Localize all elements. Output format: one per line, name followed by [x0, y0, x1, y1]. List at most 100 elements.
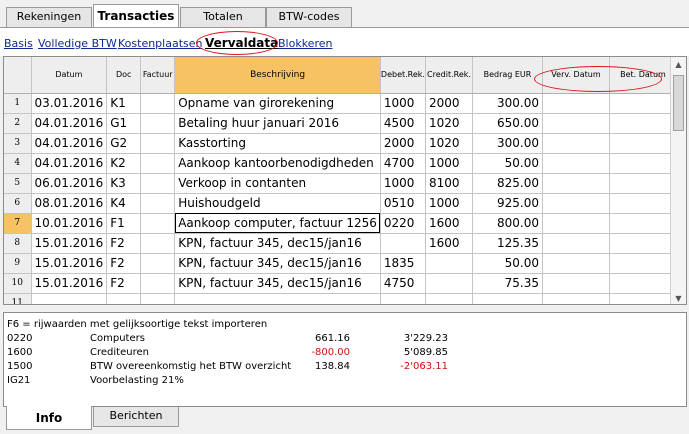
- cell-credit[interactable]: 1020: [425, 113, 473, 134]
- cell-debet[interactable]: [380, 233, 426, 254]
- cell-bedrag[interactable]: 50.00: [472, 253, 543, 274]
- table-row[interactable]: 3 04.01.2016 G2 Kasstorting 2000 1020 300.00: [4, 133, 677, 154]
- table-row[interactable]: 8 15.01.2016 F2 KPN, factuur 345, dec15/jan…: [4, 233, 677, 254]
- cell-bet-datum[interactable]: [609, 213, 677, 234]
- cell-beschrijving[interactable]: Kasstorting: [174, 133, 381, 154]
- scrollbar-thumb[interactable]: [673, 75, 684, 131]
- cell-doc[interactable]: K4: [106, 193, 142, 214]
- cell-factuur[interactable]: [140, 113, 176, 134]
- tab-btw-codes[interactable]: BTW-codes: [266, 7, 352, 27]
- subview-volledige-btw[interactable]: Volledige BTW: [38, 37, 117, 50]
- cell-credit[interactable]: 1000: [425, 193, 473, 214]
- subview-blokkeren[interactable]: Blokkeren: [278, 37, 332, 50]
- cell-datum[interactable]: 06.01.2016: [31, 173, 108, 194]
- cell-bedrag[interactable]: 650.00: [472, 113, 543, 134]
- column-header-debet[interactable]: Debet.Rek.: [380, 57, 426, 94]
- cell-verv-datum[interactable]: [542, 93, 610, 114]
- cell-verv-datum[interactable]: [542, 173, 610, 194]
- cell-bedrag[interactable]: 300.00: [472, 93, 543, 114]
- cell-bedrag[interactable]: 925.00: [472, 193, 543, 214]
- cell-beschrijving[interactable]: KPN, factuur 345, dec15/jan16: [174, 253, 381, 274]
- cell-verv-datum[interactable]: [542, 213, 610, 234]
- cell-datum[interactable]: 15.01.2016: [31, 273, 108, 294]
- cell-credit[interactable]: 1020: [425, 133, 473, 154]
- table-row[interactable]: 5 06.01.2016 K3 Verkoop in contanten 1000 810…: [4, 173, 677, 194]
- cell-datum[interactable]: 04.01.2016: [31, 113, 108, 134]
- cell-doc[interactable]: K3: [106, 173, 142, 194]
- cell-factuur[interactable]: [140, 153, 176, 174]
- tab-info[interactable]: Info: [6, 406, 92, 430]
- cell-datum[interactable]: 04.01.2016: [31, 153, 108, 174]
- table-row[interactable]: 9 15.01.2016 F2 KPN, factuur 345, dec15/jan…: [4, 253, 677, 274]
- cell-datum[interactable]: 15.01.2016: [31, 233, 108, 254]
- cell-credit[interactable]: 1600: [425, 233, 473, 254]
- cell-doc[interactable]: G2: [106, 133, 142, 154]
- cell-debet[interactable]: [380, 293, 426, 304]
- column-header-beschrijving[interactable]: Beschrijving: [174, 57, 381, 94]
- column-header-bedrag[interactable]: Bedrag EUR: [472, 57, 543, 94]
- cell-doc[interactable]: K1: [106, 93, 142, 114]
- cell-factuur[interactable]: [140, 253, 176, 274]
- subview-basis[interactable]: Basis: [4, 37, 33, 50]
- cell-debet[interactable]: 4750: [380, 273, 426, 294]
- cell-credit[interactable]: [425, 293, 473, 304]
- table-row[interactable]: 6 08.01.2016 K4 Huishoudgeld 0510 1000 925.00: [4, 193, 677, 214]
- cell-bet-datum[interactable]: [609, 293, 677, 304]
- cell-verv-datum[interactable]: [542, 233, 610, 254]
- cell-credit[interactable]: [425, 253, 473, 274]
- table-row[interactable]: 7 10.01.2016 F1 Aankoop computer, factuur 1…: [4, 213, 677, 234]
- cell-beschrijving[interactable]: Aankoop kantoorbenodigdheden: [174, 153, 381, 174]
- column-header-datum[interactable]: Datum: [31, 57, 108, 94]
- table-row[interactable]: 11: [4, 293, 677, 304]
- cell-factuur[interactable]: [140, 233, 176, 254]
- column-header-doc[interactable]: Doc: [106, 57, 142, 94]
- cell-debet[interactable]: 0510: [380, 193, 426, 214]
- cell-bet-datum[interactable]: [609, 113, 677, 134]
- cell-bedrag[interactable]: 50.00: [472, 153, 543, 174]
- table-row[interactable]: 10 15.01.2016 F2 KPN, factuur 345, dec15/ja…: [4, 273, 677, 294]
- tab-berichten[interactable]: Berichten: [93, 407, 179, 427]
- cell-doc[interactable]: F1: [106, 213, 142, 234]
- cell-doc[interactable]: G1: [106, 113, 142, 134]
- cell-debet[interactable]: 1000: [380, 93, 426, 114]
- cell-bet-datum[interactable]: [609, 173, 677, 194]
- tab-totalen[interactable]: Totalen: [180, 7, 266, 27]
- cell-bet-datum[interactable]: [609, 233, 677, 254]
- cell-verv-datum[interactable]: [542, 133, 610, 154]
- cell-debet[interactable]: 1835: [380, 253, 426, 274]
- cell-factuur[interactable]: [140, 93, 176, 114]
- column-header-credit[interactable]: Credit.Rek.: [425, 57, 473, 94]
- cell-bedrag[interactable]: 75.35: [472, 273, 543, 294]
- cell-bedrag[interactable]: 825.00: [472, 173, 543, 194]
- cell-factuur[interactable]: [140, 133, 176, 154]
- cell-datum[interactable]: 03.01.2016: [31, 93, 108, 114]
- cell-bet-datum[interactable]: [609, 193, 677, 214]
- cell-beschrijving[interactable]: Opname van girorekening: [174, 93, 381, 114]
- cell-verv-datum[interactable]: [542, 153, 610, 174]
- cell-bet-datum[interactable]: [609, 133, 677, 154]
- cell-beschrijving[interactable]: Betaling huur januari 2016: [174, 113, 381, 134]
- cell-datum[interactable]: 10.01.2016: [31, 213, 108, 234]
- table-row[interactable]: 1 03.01.2016 K1 Opname van girorekening 1000…: [4, 93, 677, 114]
- cell-verv-datum[interactable]: [542, 253, 610, 274]
- cell-debet[interactable]: 4500: [380, 113, 426, 134]
- cell-datum[interactable]: [31, 293, 108, 304]
- cell-factuur[interactable]: [140, 173, 176, 194]
- cell-verv-datum[interactable]: [542, 113, 610, 134]
- cell-beschrijving[interactable]: Aankoop computer, factuur 1256: [174, 213, 381, 234]
- cell-bedrag[interactable]: 300.00: [472, 133, 543, 154]
- tab-rekeningen[interactable]: Rekeningen: [6, 7, 92, 27]
- cell-doc[interactable]: K2: [106, 153, 142, 174]
- subview-kostenplaatsen[interactable]: Kostenplaatsen: [118, 37, 202, 50]
- cell-verv-datum[interactable]: [542, 193, 610, 214]
- table-row[interactable]: 4 04.01.2016 K2 Aankoop kantoorbenodigdhede…: [4, 153, 677, 174]
- cell-verv-datum[interactable]: [542, 293, 610, 304]
- cell-datum[interactable]: 08.01.2016: [31, 193, 108, 214]
- cell-bet-datum[interactable]: [609, 273, 677, 294]
- cell-debet[interactable]: 0220: [380, 213, 426, 234]
- cell-doc[interactable]: F2: [106, 253, 142, 274]
- cell-doc[interactable]: [106, 293, 142, 304]
- column-header-factuur[interactable]: Factuur: [140, 57, 176, 94]
- cell-beschrijving[interactable]: Verkoop in contanten: [174, 173, 381, 194]
- cell-bet-datum[interactable]: [609, 253, 677, 274]
